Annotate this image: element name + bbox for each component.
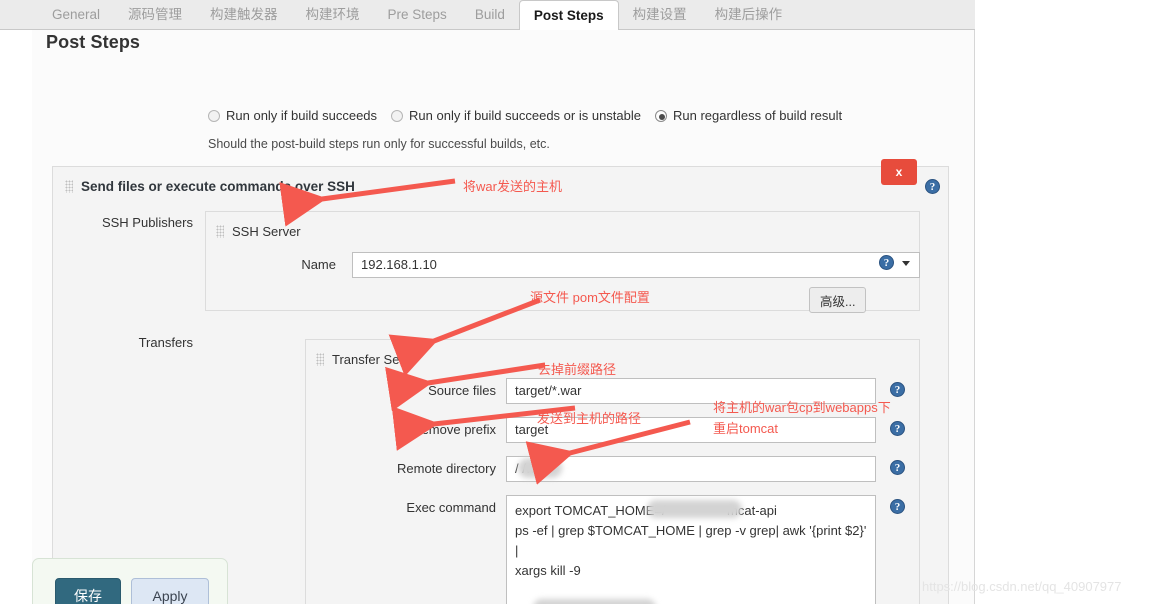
drag-handle-icon[interactable] <box>316 353 324 366</box>
run-condition-help-text: Should the post-build steps run only for… <box>208 137 550 151</box>
note-cp: 将主机的war包cp到webapps下 <box>713 400 891 415</box>
drag-handle-icon[interactable] <box>65 180 73 193</box>
remove-prefix-label: Remove prefix <box>412 422 496 437</box>
exec-command-label: Exec command <box>406 500 496 515</box>
save-action-bar: 保存 Apply <box>32 558 228 604</box>
ssh-publisher-block: Send files or execute commands over SSH … <box>52 159 949 604</box>
ssh-block-title-text: Send files or execute commands over SSH <box>81 179 355 194</box>
tab-7[interactable]: 构建设置 <box>619 0 701 30</box>
help-icon-remove-prefix[interactable]: ? <box>890 421 905 436</box>
tab-5[interactable]: Build <box>461 0 519 30</box>
help-icon-exec-command[interactable]: ? <box>890 499 905 514</box>
radio-label: Run regardless of build result <box>673 108 843 123</box>
radio-mark-icon <box>391 109 404 122</box>
radio-label: Run only if build succeeds or is unstabl… <box>409 108 641 123</box>
tab-0[interactable]: General <box>38 0 114 30</box>
tab-3[interactable]: 构建环境 <box>292 0 374 30</box>
ssh-server-name-select[interactable]: 192.168.1.10 <box>352 252 920 278</box>
ssh-publishers-label: SSH Publishers <box>101 215 193 230</box>
note-remotedir: 发送到主机的路径 <box>537 411 642 426</box>
page-title: Post Steps <box>46 32 141 52</box>
help-icon-name[interactable]: ? <box>879 255 894 270</box>
help-icon-source-files[interactable]: ? <box>890 382 905 397</box>
config-tab-bar: General 源码管理 构建触发器 构建环境 Pre Steps Build Post S… <box>0 0 975 31</box>
tab-1[interactable]: 源码管理 <box>114 0 196 30</box>
radio-run-if-succeeds[interactable]: Run only if build succeeds <box>208 108 377 123</box>
delete-block-button[interactable]: x <box>881 159 917 185</box>
name-field-label: Name <box>301 257 336 272</box>
radio-label: Run only if build succeeds <box>226 108 378 123</box>
save-button[interactable]: 保存 <box>55 578 121 604</box>
jenkins-job-config-page: General 源码管理 构建触发器 构建环境 Pre Steps Build Post S… <box>0 0 1172 604</box>
transfer-set-box: Transfer Set Source files target/*.war R… <box>305 339 920 604</box>
transfer-set-title: Transfer Set <box>316 352 403 367</box>
tab-2[interactable]: 构建触发器 <box>196 0 292 30</box>
watermark: https://blog.csdn.net/qq_40907977 <box>922 579 1122 594</box>
note-host: 将war发送的主机 <box>463 179 562 194</box>
tab-active-6[interactable]: Post Steps <box>518 0 619 31</box>
transfer-set-title-text: Transfer Set <box>332 352 404 367</box>
ssh-server-title-text: SSH Server <box>232 224 301 239</box>
radio-mark-icon <box>655 109 667 122</box>
tab-4[interactable]: Pre Steps <box>374 0 461 30</box>
ssh-server-title: SSH Server <box>216 224 301 239</box>
source-files-label: Source files <box>428 383 496 398</box>
exec-command-textarea[interactable]: export TOMCAT_HOME=/ mcat-api ps -ef | g… <box>506 495 876 604</box>
radio-run-regardless[interactable]: Run regardless of build result <box>655 108 842 123</box>
drag-handle-icon[interactable] <box>216 225 224 238</box>
radio-mark-icon <box>208 109 220 122</box>
note-restart: 重启tomcat <box>713 421 779 436</box>
transfers-label: Transfers <box>138 335 193 350</box>
radio-run-if-succeeds-or-unstable[interactable]: Run only if build succeeds or is unstabl… <box>391 108 641 123</box>
help-icon-remote-directory[interactable]: ? <box>890 460 905 475</box>
ssh-block-title: Send files or execute commands over SSH <box>65 179 355 194</box>
note-prefix: 去掉前缀路径 <box>538 362 617 377</box>
advanced-button[interactable]: 高级... <box>809 287 867 313</box>
apply-button[interactable]: Apply <box>131 578 209 604</box>
remote-directory-input[interactable]: / /war <box>506 456 876 482</box>
run-condition-radio-group: Run only if build succeeds Run only if b… <box>208 108 856 123</box>
tabs-container: General 源码管理 构建触发器 构建环境 Pre Steps Build Post S… <box>0 0 975 31</box>
tab-8[interactable]: 构建后操作 <box>701 0 797 30</box>
config-content-panel: Post Steps Run only if build succeeds Ru… <box>0 30 975 604</box>
note-source: 源文件 pom文件配置 <box>530 290 650 305</box>
help-icon-ssh-block[interactable]: ? <box>925 179 940 194</box>
remote-directory-label: Remote directory <box>397 461 496 476</box>
left-rail <box>0 30 32 604</box>
